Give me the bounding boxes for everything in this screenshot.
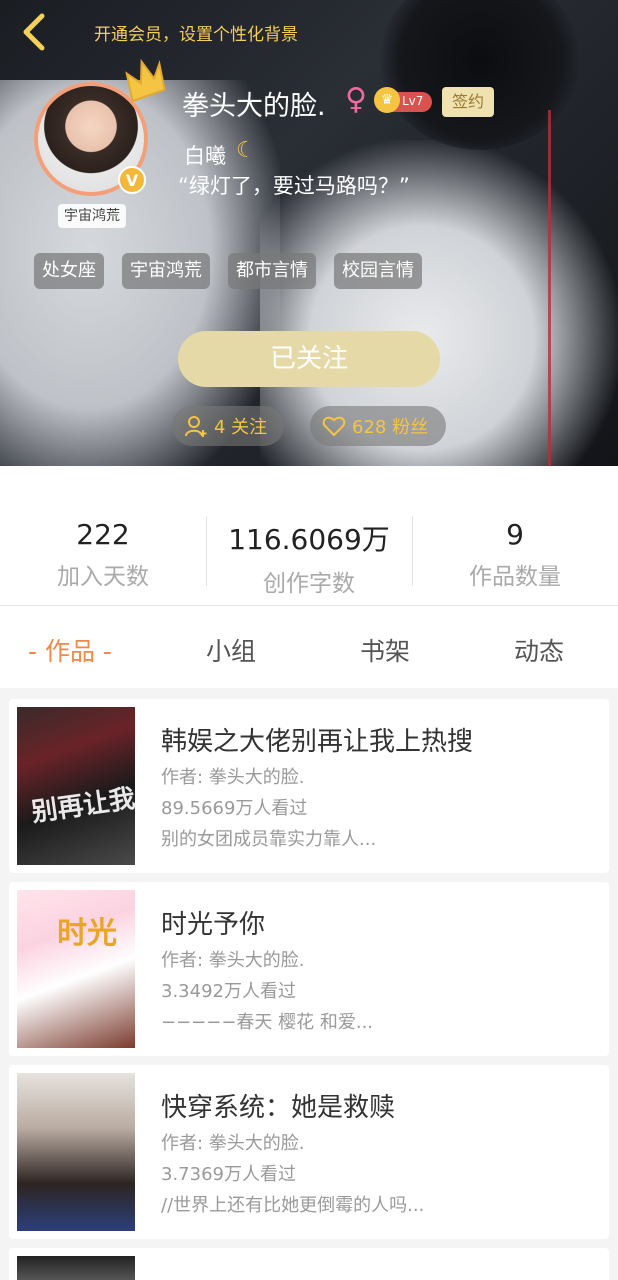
stat-word-count: 116.6069万 创作字数 [206, 518, 412, 598]
book-views: 89.5669万人看过 [161, 798, 308, 819]
book-author: 作者: 拳头大的脸. [161, 767, 305, 788]
book-card[interactable]: 快穿系统：她是救赎 作者: 拳头大的脸. 3.7369万人看过 //世界上还有比… [9, 1065, 609, 1239]
profile-banner: 开通会员，设置个性化背景 V 宇宙鸿荒 拳头大的脸. ♀ ♛ Lv7 签约 白曦… [0, 0, 618, 466]
level-crown-icon: ♛ [374, 87, 400, 113]
stat-value: 9 [506, 518, 524, 551]
tag-item[interactable]: 校园言情 [334, 253, 422, 289]
person-add-icon [185, 416, 207, 437]
book-card[interactable]: 时光 时光予你 作者: 拳头大的脸. 3.3492万人看过 −−−−−春天 樱花… [9, 882, 609, 1056]
author-pen-name: 白曦 [184, 144, 226, 168]
signed-badge: 签约 [442, 87, 494, 117]
follow-button[interactable]: 已关注 [178, 331, 440, 387]
tab-groups[interactable]: 小组 [206, 632, 256, 668]
tag-item[interactable]: 都市言情 [228, 253, 316, 289]
tab-works[interactable]: - 作品 - [28, 632, 112, 668]
female-icon: ♀ [345, 82, 367, 117]
stat-join-days: 222 加入天数 [0, 518, 206, 591]
chevron-left-icon [23, 13, 45, 51]
book-cover[interactable]: 时光 [17, 890, 135, 1048]
level-text: Lv7 [402, 94, 424, 108]
profile-tabs: - 作品 - 小组 书架 动态 [0, 606, 618, 688]
fans-count-label: 628 粉丝 [352, 417, 429, 438]
following-count-label: 4 关注 [214, 417, 268, 438]
book-description: //世界上还有比她更倒霉的人吗... [161, 1195, 425, 1216]
book-views: 3.7369万人看过 [161, 1164, 296, 1185]
tab-activity[interactable]: 动态 [514, 632, 564, 668]
book-card-partial[interactable] [9, 1248, 609, 1280]
verified-badge: V [118, 166, 146, 194]
vip-promo-link[interactable]: 开通会员，设置个性化背景 [94, 20, 298, 45]
avatar-tag: 宇宙鸿荒 [58, 204, 126, 228]
tag-list: 处女座 宇宙鸿荒 都市言情 校园言情 [34, 253, 422, 289]
stat-label: 加入天数 [57, 564, 149, 590]
book-author: 作者: 拳头大的脸. [161, 1133, 305, 1154]
tag-item[interactable]: 宇宙鸿荒 [122, 253, 210, 289]
back-button[interactable] [14, 8, 54, 56]
cover-art-text: 时光 [57, 916, 117, 951]
book-cover[interactable] [17, 1256, 135, 1280]
book-views: 3.3492万人看过 [161, 981, 296, 1002]
book-title: 快穿系统：她是救赎 [161, 1093, 396, 1123]
book-author: 作者: 拳头大的脸. [161, 950, 305, 971]
author-motto: “绿灯了，要过马路吗？” [178, 174, 410, 198]
cover-art-text: 别再让我 [29, 783, 135, 829]
stat-value: 116.6069万 [228, 523, 390, 556]
book-cover[interactable] [17, 1073, 135, 1231]
crown-icon [125, 58, 166, 103]
book-description: −−−−−春天 樱花 和爱... [161, 1012, 374, 1033]
book-card[interactable]: 别再让我 韩娱之大佬别再让我上热搜 作者: 拳头大的脸. 89.5669万人看过… [9, 699, 609, 873]
fans-count-button[interactable]: 628 粉丝 [310, 406, 446, 446]
following-count-button[interactable]: 4 关注 [172, 406, 284, 446]
tag-item[interactable]: 处女座 [34, 253, 104, 289]
stats-bar: 222 加入天数 116.6069万 创作字数 9 作品数量 [0, 466, 618, 606]
book-title: 韩娱之大佬别再让我上热搜 [161, 727, 474, 757]
stat-label: 创作字数 [263, 571, 355, 597]
banner-photo-earphone-cord [548, 110, 551, 466]
heart-icon [322, 416, 346, 437]
stat-label: 作品数量 [469, 564, 561, 590]
book-title: 时光予你 [161, 910, 266, 940]
book-cover[interactable]: 别再让我 [17, 707, 135, 865]
tab-bookshelf[interactable]: 书架 [360, 632, 410, 668]
moon-icon: ☾ [236, 138, 256, 163]
nickname: 拳头大的脸. [182, 91, 326, 122]
stat-work-count: 9 作品数量 [412, 518, 618, 591]
stat-value: 222 [76, 518, 130, 551]
book-description: 别的女团成员靠实力靠人... [161, 829, 377, 850]
